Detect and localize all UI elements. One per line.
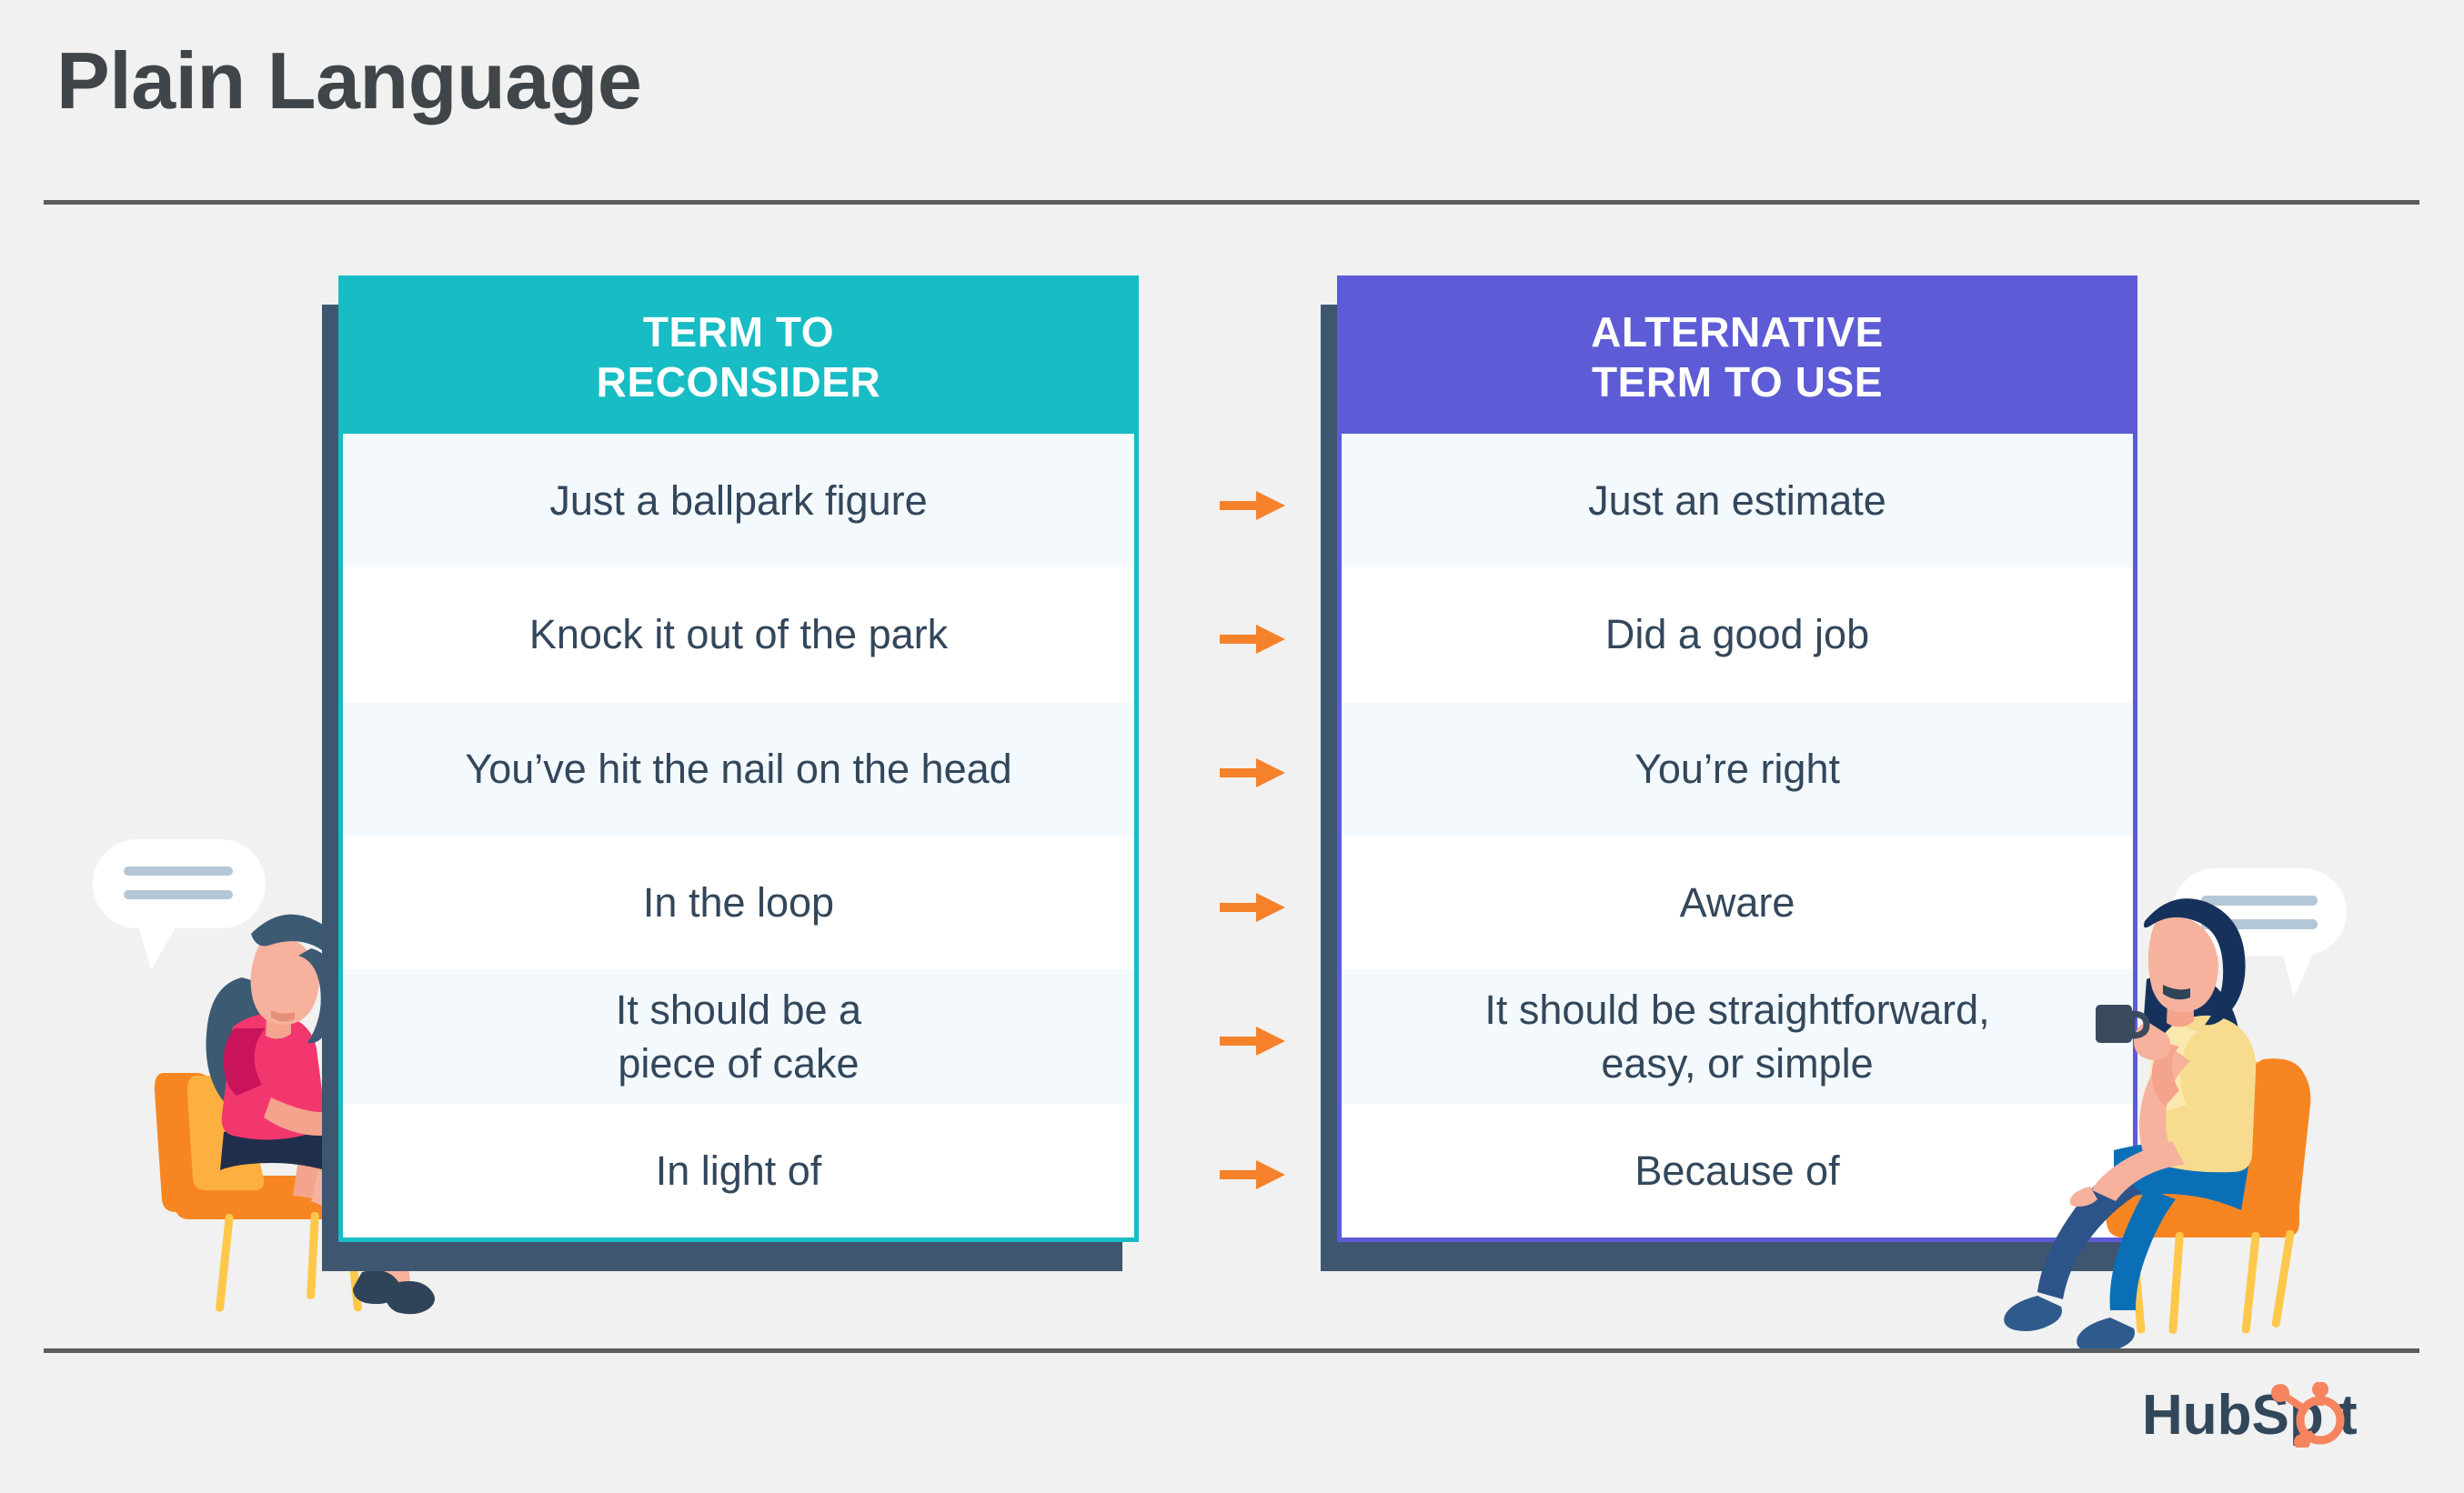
arrow-right-icon: [1220, 1160, 1285, 1190]
arrow-right-icon: [1220, 490, 1285, 520]
column-term-to-reconsider: TERM TO RECONSIDER Just a ballpark figur…: [322, 276, 1139, 1271]
table-row: You’re right: [1342, 701, 2133, 836]
column-header-right-line1: ALTERNATIVE: [1591, 308, 1884, 356]
arrow-cell: [1199, 438, 1308, 572]
page-title: Plain Language: [56, 35, 642, 125]
illustration-woman-right: [2004, 868, 2347, 1353]
arrow-cell: [1199, 1108, 1308, 1242]
arrow-column: [1199, 438, 1308, 1242]
arrow-right-icon: [1220, 1026, 1285, 1056]
alternative-text: It should be straightforward, easy, or si…: [1484, 986, 1990, 1087]
term-text: Just a ballpark figure: [549, 476, 928, 524]
table-row: Just an estimate: [1342, 434, 2133, 568]
term-list-left: Just a ballpark figure Knock it out of t…: [343, 434, 1134, 1237]
card-left: TERM TO RECONSIDER Just a ballpark figur…: [338, 276, 1139, 1242]
column-header-right-line2: TERM TO USE: [1591, 357, 1884, 406]
alternative-text: You’re right: [1634, 745, 1840, 792]
logo-wordmark: HubSpot: [0, 0, 1, 1]
table-row: Just a ballpark figure: [343, 434, 1134, 568]
table-row: Did a good job: [1342, 567, 2133, 702]
arrow-right-icon: [1220, 758, 1285, 788]
arrow-cell: [1199, 840, 1308, 974]
term-text: It should be a piece of cake: [615, 986, 862, 1087]
infographic-canvas: Plain Language TERM TO RECONSIDER Just a…: [0, 0, 2464, 1493]
footer-divider: [44, 1348, 2419, 1353]
column-header-left-line1: TERM TO: [642, 308, 835, 356]
table-row: In light of: [343, 1103, 1134, 1237]
header-divider: [44, 200, 2419, 205]
hubspot-logo[interactable]: HubSp t: [2142, 1382, 2406, 1448]
alternative-text: Aware: [1679, 878, 1795, 926]
alternative-text: Did a good job: [1604, 611, 1870, 658]
arrow-cell: [1199, 974, 1308, 1107]
term-text: Knock it out of the park: [528, 611, 949, 658]
table-row: You’ve hit the nail on the head: [343, 701, 1134, 836]
term-text: In the loop: [642, 878, 835, 926]
alternative-text: Because of: [1634, 1147, 1840, 1194]
column-header-left: TERM TO RECONSIDER: [338, 276, 1139, 438]
column-header-left-line2: RECONSIDER: [596, 357, 881, 406]
column-header-right: ALTERNATIVE TERM TO USE: [1337, 276, 2137, 438]
arrow-cell: [1199, 572, 1308, 706]
table-row: It should be a piece of cake: [343, 969, 1134, 1104]
table-row: Knock it out of the park: [343, 567, 1134, 702]
arrow-cell: [1199, 706, 1308, 840]
table-row: In the loop: [343, 835, 1134, 970]
alternative-text: Just an estimate: [1588, 476, 1886, 524]
term-text: In light of: [655, 1147, 822, 1194]
arrow-right-icon: [1220, 892, 1285, 922]
term-text: You’ve hit the nail on the head: [465, 745, 1012, 792]
speech-bubble-icon: [93, 839, 266, 970]
arrow-right-icon: [1220, 624, 1285, 654]
